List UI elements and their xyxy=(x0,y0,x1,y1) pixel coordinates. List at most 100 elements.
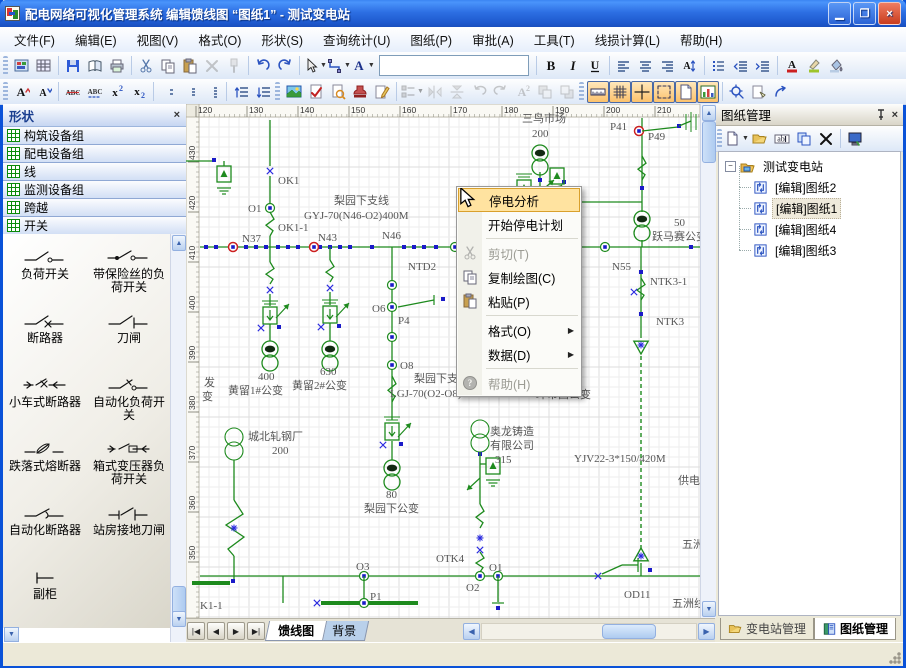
table-button[interactable] xyxy=(33,55,55,77)
menu-item[interactable]: 工具(T) xyxy=(524,27,585,52)
shape-item[interactable]: 带保险丝的负荷开关 xyxy=(88,248,170,312)
align-center-button[interactable] xyxy=(635,55,657,77)
open-drawing-button[interactable] xyxy=(749,128,771,150)
context-menu-item[interactable]: 粘贴(P) xyxy=(458,289,580,313)
find-button[interactable] xyxy=(327,81,349,103)
format-painter-button[interactable] xyxy=(223,55,245,77)
menu-item[interactable]: 形状(S) xyxy=(251,27,313,52)
pointer-button[interactable]: ▼ xyxy=(303,55,327,77)
tree-item-drawing[interactable]: [编辑]图纸2 xyxy=(753,177,900,198)
maximize-button[interactable]: ❐ xyxy=(853,2,876,25)
flip-v-button[interactable] xyxy=(446,81,468,103)
panel-tab-substation-manager[interactable]: 变电站管理 xyxy=(720,618,814,640)
cut-button[interactable] xyxy=(135,55,157,77)
toolbar-handle[interactable] xyxy=(579,82,584,101)
style-combo-input[interactable] xyxy=(379,55,529,76)
shape-item[interactable]: 箱式变压器负荷开关 xyxy=(88,440,170,504)
canvas-vertical-scrollbar[interactable]: ▲ ▼ xyxy=(700,104,716,618)
new-drawing-button[interactable]: ▼ xyxy=(725,128,749,150)
vspace-down-button[interactable] xyxy=(252,81,274,103)
shape-item[interactable]: 副柜 xyxy=(4,568,86,628)
marquee-button[interactable] xyxy=(653,81,675,103)
menu-item[interactable]: 审批(A) xyxy=(462,27,524,52)
context-menu-item[interactable]: 复制绘图(C) xyxy=(458,265,580,289)
menu-item[interactable]: 编辑(E) xyxy=(65,27,127,52)
menu-item[interactable]: 图纸(P) xyxy=(400,27,462,52)
preview-button[interactable] xyxy=(84,55,106,77)
shape-group-item[interactable]: 监测设备组 xyxy=(3,181,186,199)
shape-item[interactable]: 站房接地刀闸 xyxy=(88,504,170,568)
new-diagram-button[interactable] xyxy=(11,55,33,77)
menu-item[interactable]: 文件(F) xyxy=(4,27,65,52)
diagram-canvas[interactable]: 1201301401501601701801902002104304204104… xyxy=(186,104,700,618)
delete-button[interactable] xyxy=(201,55,223,77)
vertical-text-button[interactable]: A xyxy=(679,55,701,77)
vspace-up-button[interactable] xyxy=(230,81,252,103)
context-menu-item[interactable]: ?帮助(H) xyxy=(458,371,580,395)
menu-item[interactable]: 格式(O) xyxy=(188,27,251,52)
shape-item[interactable]: 刀闸 xyxy=(88,312,170,376)
last-page-button[interactable]: ▶| xyxy=(247,622,265,640)
subscript-button[interactable]: x2 xyxy=(128,81,150,103)
menu-item[interactable]: 视图(V) xyxy=(127,27,189,52)
menu-item[interactable]: 查询统计(U) xyxy=(313,27,400,52)
spacing3-button[interactable] xyxy=(201,81,223,103)
page-button[interactable] xyxy=(675,81,697,103)
context-menu-item[interactable]: 数据(D)▶ xyxy=(458,342,580,366)
scrollbar-thumb[interactable] xyxy=(602,624,656,639)
context-menu-item[interactable]: 格式(O)▶ xyxy=(458,318,580,342)
chart-button[interactable] xyxy=(697,81,719,103)
title-bar[interactable]: 配电网络可视化管理系统 编辑馈线图 “图纸1” - 测试变电站 ▁ ❐ × xyxy=(0,0,906,27)
dropdown-arrow-icon[interactable]: ▼ xyxy=(344,62,351,69)
pan-zoom-button[interactable] xyxy=(726,81,748,103)
shape-item[interactable]: 小车式断路器 xyxy=(4,376,86,440)
shape-group-item[interactable]: 线 xyxy=(3,163,186,181)
pin-icon[interactable] xyxy=(876,109,886,121)
close-button[interactable]: × xyxy=(878,2,901,25)
canvas-horizontal-scrollbar[interactable] xyxy=(481,623,697,640)
tree-item-drawing[interactable]: [编辑]图纸4 xyxy=(753,219,900,240)
indent-button[interactable] xyxy=(752,55,774,77)
dropdown-arrow-icon[interactable]: ▼ xyxy=(742,135,749,142)
shapes-close-icon[interactable]: × xyxy=(174,109,180,121)
tree-item-drawing[interactable]: [编辑]图纸1 xyxy=(753,198,900,219)
flip-h-button[interactable] xyxy=(424,81,446,103)
superscript-button[interactable]: x2 xyxy=(106,81,128,103)
bring-front-button[interactable] xyxy=(534,81,556,103)
context-menu-item[interactable]: 开始停电计划 xyxy=(458,212,580,236)
delete-drawing-button[interactable] xyxy=(815,128,837,150)
rotate-right-button[interactable] xyxy=(490,81,512,103)
grid-button[interactable] xyxy=(609,81,631,103)
font-up-button[interactable]: A xyxy=(11,81,33,103)
ruler-button[interactable] xyxy=(587,81,609,103)
abc-button[interactable]: ABC xyxy=(84,81,106,103)
toolbar-handle[interactable] xyxy=(3,56,8,75)
shapes-scrollbar[interactable]: ▲ ▼ xyxy=(170,234,186,642)
first-page-button[interactable]: |◀ xyxy=(187,622,205,640)
next-page-button[interactable]: ▶ xyxy=(227,622,245,640)
outdent-button[interactable] xyxy=(730,55,752,77)
toolbar-handle[interactable] xyxy=(717,129,722,148)
rename-button[interactable]: ab xyxy=(771,128,793,150)
font-a-button[interactable]: A▼ xyxy=(351,55,375,77)
dropdown-arrow-icon[interactable]: ▼ xyxy=(320,62,327,69)
font-down-button[interactable]: A xyxy=(33,81,55,103)
tree-item-drawing[interactable]: [编辑]图纸3 xyxy=(753,240,900,261)
redo-button[interactable] xyxy=(274,55,296,77)
bold-button[interactable]: B xyxy=(540,55,562,77)
print-button[interactable] xyxy=(106,55,128,77)
highlight-button[interactable] xyxy=(803,55,825,77)
shape-item[interactable]: 跌落式熔断器 xyxy=(4,440,86,504)
shape-group-item[interactable]: 开关 xyxy=(3,217,186,235)
cross-button[interactable] xyxy=(631,81,653,103)
align-left-button[interactable] xyxy=(613,55,635,77)
dropdown-arrow-icon[interactable]: ▼ xyxy=(368,62,375,69)
scroll-left-icon[interactable]: ◀ xyxy=(463,623,480,640)
spacing1-button[interactable] xyxy=(157,81,179,103)
save-button[interactable] xyxy=(62,55,84,77)
toolbar-handle[interactable] xyxy=(3,82,8,101)
shape-group-item[interactable]: 构筑设备组 xyxy=(3,127,186,145)
connect-button[interactable] xyxy=(770,81,792,103)
bullets-button[interactable] xyxy=(708,55,730,77)
resize-grip[interactable] xyxy=(888,651,901,664)
